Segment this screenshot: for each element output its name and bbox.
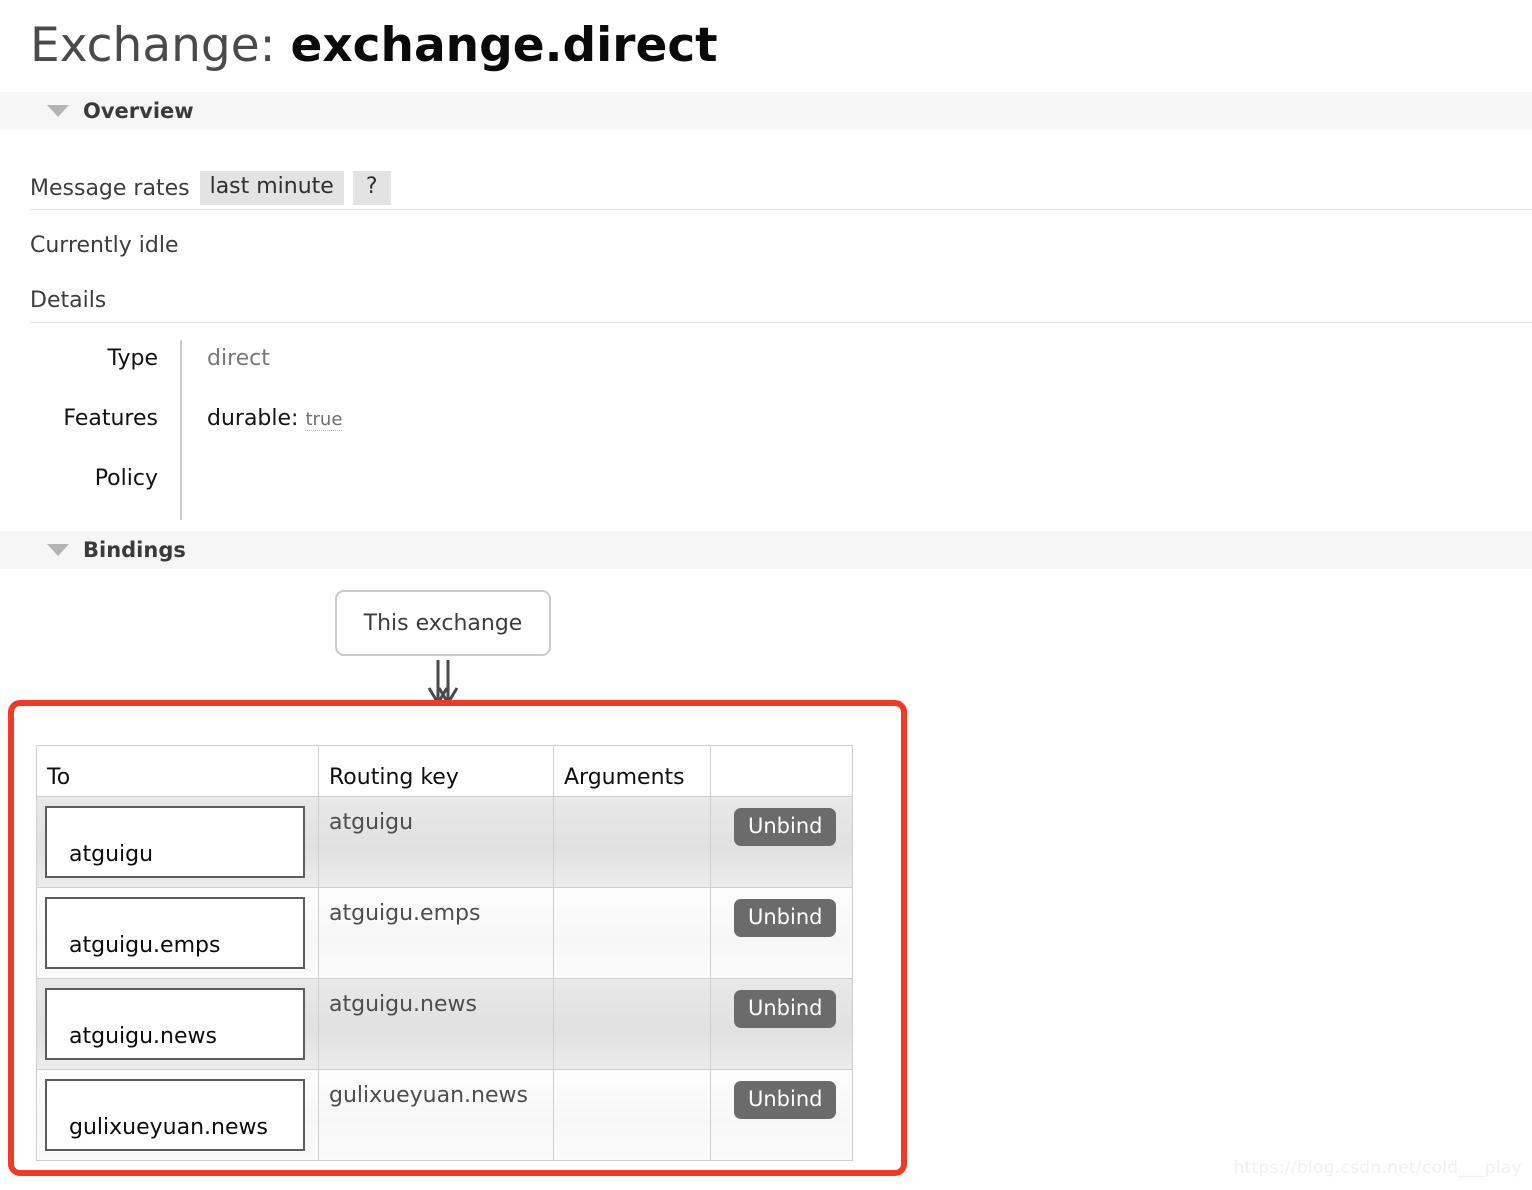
table-row: atguigu atguigu Unbind	[36, 796, 853, 888]
column-header-to[interactable]: To	[36, 745, 319, 797]
column-header-actions	[710, 745, 853, 797]
details-row-type: Type direct	[30, 340, 550, 400]
details-value-policy	[180, 460, 550, 520]
cell-to: atguigu	[36, 796, 319, 888]
cell-routing-key: gulixueyuan.news	[318, 1069, 554, 1161]
details-row-policy: Policy	[30, 460, 550, 520]
queue-link[interactable]: gulixueyuan.news	[45, 1079, 305, 1151]
double-arrow-down-icon	[423, 660, 463, 710]
feature-name-durable: durable:	[207, 406, 299, 431]
unbind-button[interactable]: Unbind	[734, 808, 837, 847]
divider-rates	[30, 209, 1532, 210]
rates-period-badge[interactable]: last minute	[199, 171, 344, 205]
queue-link[interactable]: atguigu.emps	[45, 897, 305, 969]
cell-actions: Unbind	[710, 1069, 853, 1161]
section-header-bindings-label: Bindings	[83, 538, 186, 562]
cell-to: gulixueyuan.news	[36, 1069, 319, 1161]
details-table: Type direct Features durable: true Polic…	[30, 340, 550, 520]
cell-routing-key: atguigu	[318, 796, 554, 888]
section-header-overview-label: Overview	[83, 99, 194, 123]
feature-value-durable: true	[305, 409, 343, 431]
details-row-features: Features durable: true	[30, 400, 550, 460]
unbind-button[interactable]: Unbind	[734, 1081, 837, 1120]
details-value-features: durable: true	[180, 400, 550, 460]
column-header-routing-key[interactable]: Routing key	[318, 745, 554, 797]
unbind-button[interactable]: Unbind	[734, 990, 837, 1029]
queue-link[interactable]: atguigu	[45, 806, 305, 878]
section-header-overview[interactable]: Overview	[0, 92, 1532, 130]
bindings-table: To Routing key Arguments atguigu atguigu…	[36, 745, 853, 1161]
divider-details	[30, 322, 1532, 323]
cell-actions: Unbind	[710, 887, 853, 979]
bindings-table-header-row: To Routing key Arguments	[36, 745, 853, 797]
idle-status-text: Currently idle	[30, 233, 179, 258]
cell-routing-key: atguigu.emps	[318, 887, 554, 979]
triangle-down-icon[interactable]	[47, 105, 69, 117]
this-exchange-label: This exchange	[363, 610, 523, 636]
details-key-policy: Policy	[94, 466, 158, 491]
details-key-features: Features	[63, 406, 158, 431]
triangle-down-icon[interactable]	[47, 544, 69, 556]
queue-link[interactable]: atguigu.news	[45, 988, 305, 1060]
page-title: Exchange: exchange.direct	[30, 18, 718, 73]
cell-actions: Unbind	[710, 796, 853, 888]
message-rates-label: Message rates	[30, 175, 190, 201]
cell-to: atguigu.news	[36, 978, 319, 1070]
section-header-bindings[interactable]: Bindings	[0, 531, 1532, 569]
table-row: atguigu.news atguigu.news Unbind	[36, 978, 853, 1070]
cell-arguments	[553, 796, 711, 888]
cell-to: atguigu.emps	[36, 887, 319, 979]
unbind-button[interactable]: Unbind	[734, 899, 837, 938]
cell-arguments	[553, 887, 711, 979]
page-title-label: Exchange:	[30, 18, 276, 73]
this-exchange-box: This exchange	[335, 590, 551, 656]
details-value-type: direct	[180, 340, 550, 400]
help-badge[interactable]: ?	[352, 171, 391, 205]
column-header-arguments[interactable]: Arguments	[553, 745, 711, 797]
cell-arguments	[553, 978, 711, 1070]
page-title-exchange-name: exchange.direct	[290, 18, 718, 73]
cell-routing-key: atguigu.news	[318, 978, 554, 1070]
cell-arguments	[553, 1069, 711, 1161]
message-rates-row: Message rates last minute ?	[30, 170, 391, 206]
details-key-type: Type	[107, 346, 158, 371]
table-row: gulixueyuan.news gulixueyuan.news Unbind	[36, 1069, 853, 1161]
details-label: Details	[30, 288, 107, 313]
table-row: atguigu.emps atguigu.emps Unbind	[36, 887, 853, 979]
watermark: https://blog.csdn.net/cold___play	[1233, 1158, 1522, 1178]
cell-actions: Unbind	[710, 978, 853, 1070]
